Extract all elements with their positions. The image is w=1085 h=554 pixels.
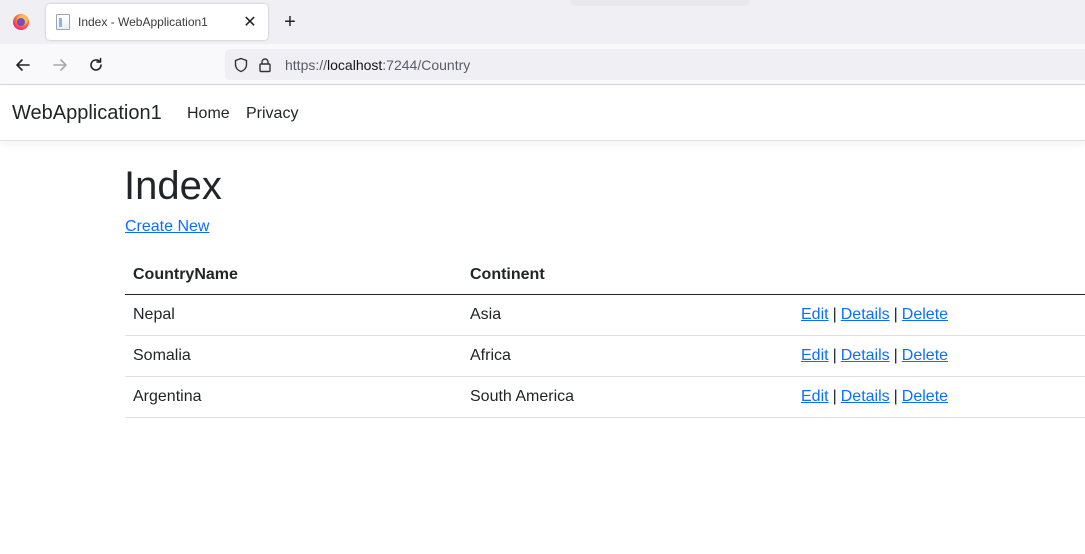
tabstrip-blur xyxy=(570,0,750,6)
arrow-left-icon xyxy=(16,59,30,71)
action-separator: | xyxy=(832,388,837,405)
action-separator: | xyxy=(893,388,898,405)
action-separator: | xyxy=(832,306,837,323)
app-navbar: WebApplication1 Home Privacy xyxy=(0,85,1085,141)
action-separator: | xyxy=(893,306,898,323)
details-link[interactable]: Details xyxy=(841,388,890,405)
delete-link[interactable]: Delete xyxy=(902,306,948,323)
table-row: Somalia Africa Edit | Details | Delete xyxy=(125,336,1085,377)
table-row: Nepal Asia Edit | Details | Delete xyxy=(125,295,1085,336)
back-button[interactable] xyxy=(10,52,36,78)
table-header-row: CountryName Continent xyxy=(125,255,1085,295)
details-link[interactable]: Details xyxy=(841,347,890,364)
continent-cell: Africa xyxy=(470,347,511,364)
browser-tab-active[interactable]: Index - WebApplication1 ✕ xyxy=(46,4,268,40)
continent-cell: South America xyxy=(470,388,575,405)
browser-navigation-bar: https://localhost:7244/Country xyxy=(0,44,1085,85)
nav-link-privacy[interactable]: Privacy xyxy=(246,105,298,123)
arrow-right-icon xyxy=(53,59,67,71)
row-actions: Edit | Details | Delete xyxy=(801,306,948,324)
row-actions: Edit | Details | Delete xyxy=(801,388,948,406)
tab-close-icon[interactable]: ✕ xyxy=(238,10,262,34)
row-actions: Edit | Details | Delete xyxy=(801,347,948,365)
forward-button[interactable] xyxy=(47,52,73,78)
edit-link[interactable]: Edit xyxy=(801,388,829,405)
brand-link[interactable]: WebApplication1 xyxy=(12,102,162,125)
reload-button[interactable] xyxy=(83,52,109,78)
nav-link-home[interactable]: Home xyxy=(187,105,230,123)
column-header-countryname: CountryName xyxy=(133,266,238,283)
firefox-logo-icon xyxy=(13,14,29,30)
details-link[interactable]: Details xyxy=(841,306,890,323)
reload-icon xyxy=(90,57,102,71)
url-scheme: https:// xyxy=(285,56,328,73)
browser-tabstrip: Index - WebApplication1 ✕ + xyxy=(0,0,1085,44)
delete-link[interactable]: Delete xyxy=(902,388,948,405)
url-path: :7244/Country xyxy=(382,56,471,73)
tab-title: Index - WebApplication1 xyxy=(78,15,208,29)
country-name-cell: Somalia xyxy=(133,347,191,364)
country-name-cell: Nepal xyxy=(133,306,175,323)
page-title: Index xyxy=(124,164,222,208)
new-tab-button[interactable]: + xyxy=(277,9,303,35)
lock-icon[interactable] xyxy=(257,57,273,73)
address-bar[interactable]: https://localhost:7244/Country xyxy=(225,49,1085,80)
action-separator: | xyxy=(893,347,898,364)
edit-link[interactable]: Edit xyxy=(801,347,829,364)
table-row: Argentina South America Edit | Details | Del… xyxy=(125,377,1085,418)
url-host: localhost xyxy=(327,56,383,73)
delete-link[interactable]: Delete xyxy=(902,347,948,364)
shield-icon[interactable] xyxy=(233,57,249,73)
firefox-menu-button[interactable] xyxy=(0,0,42,44)
country-name-cell: Argentina xyxy=(133,388,202,405)
continent-cell: Asia xyxy=(470,306,502,323)
url-text[interactable]: https://localhost:7244/Country xyxy=(285,57,470,73)
edit-link[interactable]: Edit xyxy=(801,306,829,323)
country-table: CountryName Continent Nepal Asia Edit | De… xyxy=(125,255,1085,418)
column-header-continent: Continent xyxy=(470,266,545,283)
page-favicon-icon xyxy=(56,14,70,30)
create-new-link[interactable]: Create New xyxy=(125,218,209,236)
action-separator: | xyxy=(832,347,837,364)
